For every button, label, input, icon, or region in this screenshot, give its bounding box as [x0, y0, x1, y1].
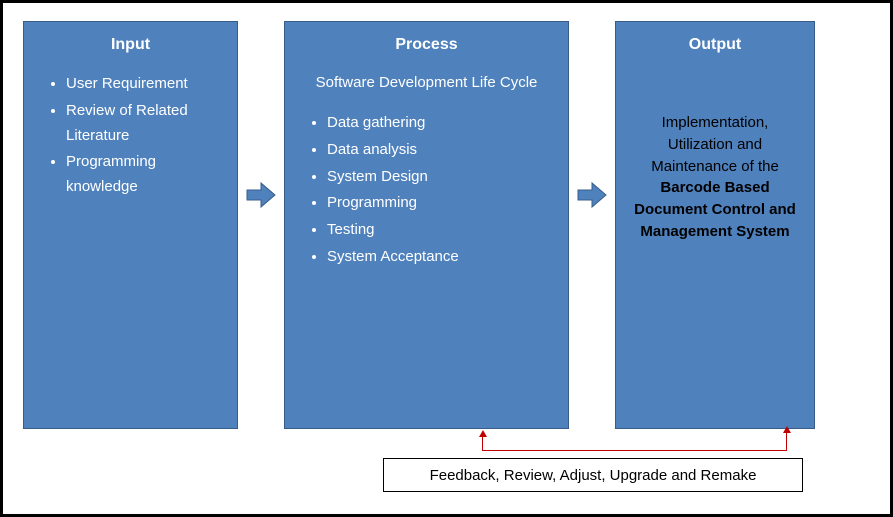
- feedback-label-box: Feedback, Review, Adjust, Upgrade and Re…: [383, 458, 803, 492]
- diagram-frame: Input User Requirement Review of Related…: [0, 0, 893, 517]
- output-bold-text: Barcode Based Document Control and Manag…: [634, 179, 796, 240]
- input-title: Input: [34, 36, 227, 54]
- feedback-connector: [482, 450, 787, 451]
- output-title: Output: [626, 36, 804, 54]
- arrow-right-icon: [246, 181, 276, 209]
- list-item: Data analysis: [327, 138, 558, 163]
- process-list: Data gathering Data analysis System Desi…: [295, 111, 558, 270]
- list-item: System Acceptance: [327, 245, 558, 270]
- input-list: User Requirement Review of Related Liter…: [34, 72, 227, 200]
- output-prefix: Implementation, Utilization and Maintena…: [651, 114, 779, 175]
- output-box: Output Implementation, Utilization and M…: [615, 21, 815, 429]
- feedback-label: Feedback, Review, Adjust, Upgrade and Re…: [430, 467, 757, 484]
- feedback-connector: [482, 435, 483, 451]
- feedback-connector: [786, 431, 787, 451]
- list-item: Review of Related Literature: [66, 99, 227, 149]
- list-item: Programming knowledge: [66, 150, 227, 200]
- arrowhead-up-icon: [783, 426, 791, 433]
- list-item: Programming: [327, 191, 558, 216]
- output-text: Implementation, Utilization and Maintena…: [626, 112, 804, 243]
- diagram-row: Input User Requirement Review of Related…: [23, 21, 870, 429]
- process-subtitle: Software Development Life Cycle: [295, 72, 558, 93]
- input-box: Input User Requirement Review of Related…: [23, 21, 238, 429]
- arrowhead-up-icon: [479, 430, 487, 437]
- list-item: System Design: [327, 165, 558, 190]
- list-item: User Requirement: [66, 72, 227, 97]
- list-item: Testing: [327, 218, 558, 243]
- process-title: Process: [295, 36, 558, 54]
- process-box: Process Software Development Life Cycle …: [284, 21, 569, 429]
- list-item: Data gathering: [327, 111, 558, 136]
- arrow-right-icon: [577, 181, 607, 209]
